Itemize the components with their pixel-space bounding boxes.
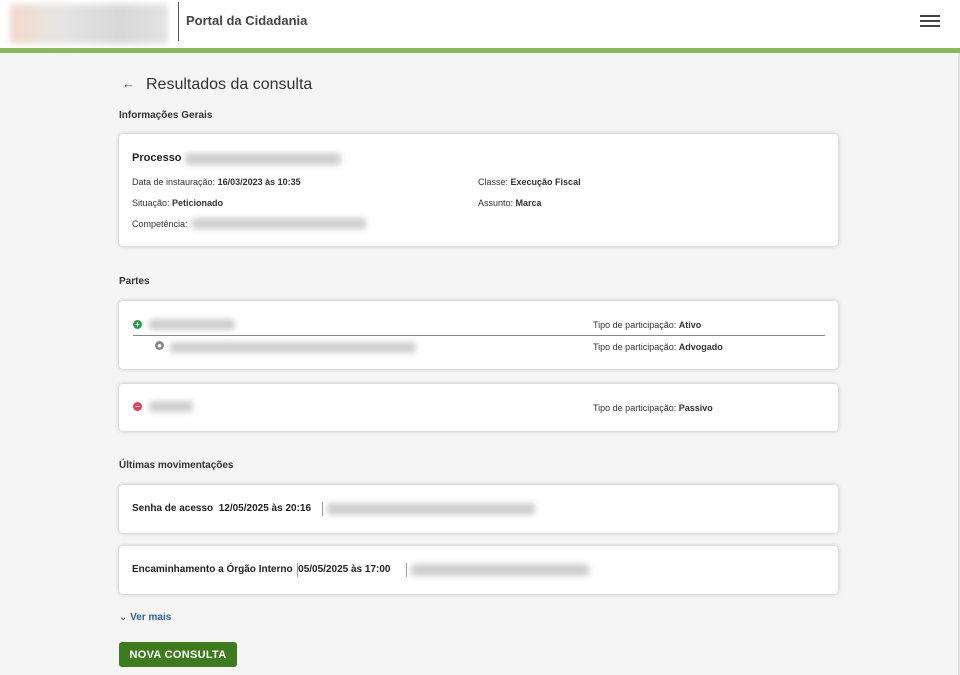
section-title-informacoes: Informações Gerais <box>119 110 213 121</box>
chevron-down-icon: ⌄ <box>119 612 128 623</box>
movimentacao-2-detail-redacted <box>411 564 589 576</box>
parte-ativo-name-redacted <box>149 319 235 330</box>
ver-mais-link[interactable]: ⌄ Ver mais <box>119 612 171 623</box>
minus-circle-icon[interactable]: − <box>133 402 142 411</box>
card-informacoes-gerais: Processo Data de instauração: 16/03/2023… <box>119 134 838 246</box>
competencia-value-redacted <box>192 218 366 229</box>
portal-logo[interactable] <box>10 4 168 44</box>
card-parte-passivo: − Tipo de participação: Passivo <box>119 384 838 431</box>
movimentacao-1-separator <box>322 502 323 516</box>
arrow-left-icon[interactable]: ← <box>122 76 135 91</box>
parte-passivo-name-redacted <box>149 401 193 412</box>
card-movimentacao-2[interactable]: Encaminhamento a Órgão Interno 05/05/202… <box>119 546 838 594</box>
movimentacao-2-separator-a <box>297 563 298 577</box>
section-title-movimentacoes: Últimas movimentações <box>119 460 234 471</box>
assunto: Assunto: Marca <box>478 198 542 208</box>
header-divider <box>178 2 179 41</box>
page-title: Resultados da consulta <box>146 76 313 93</box>
plus-circle-icon[interactable]: + <box>133 320 142 329</box>
portal-title: Portal da Cidadania <box>186 13 308 28</box>
data-instauracao: Data de instauração: 16/03/2023 às 10:35 <box>132 177 301 187</box>
processo-label: Processo <box>132 152 182 164</box>
advogado-name-redacted <box>170 342 416 353</box>
hamburger-menu-icon[interactable] <box>920 13 940 29</box>
situacao: Situação: Peticionado <box>132 198 224 208</box>
top-header: Portal da Cidadania <box>0 0 960 53</box>
nova-consulta-button[interactable]: NOVA CONSULTA <box>119 642 237 667</box>
movimentacao-1-detail-redacted <box>327 503 535 515</box>
ver-mais-label: Ver mais <box>130 612 172 623</box>
movimentacao-1-text: Senha de acesso 12/05/2025 às 20:16 <box>132 503 312 514</box>
competencia: Competência: <box>132 219 188 229</box>
user-circle-icon: ● <box>155 341 164 350</box>
processo-number-redacted <box>185 153 341 165</box>
tipo-participacao-passivo: Tipo de participação: Passivo <box>593 403 713 413</box>
classe: Classe: Execução Fiscal <box>478 177 581 187</box>
card-parte-ativo: + Tipo de participação: Ativo ● Tipo de … <box>119 301 838 369</box>
tipo-participacao-ativo: Tipo de participação: Ativo <box>593 320 702 330</box>
section-title-partes: Partes <box>119 276 150 287</box>
movimentacao-2-separator-b <box>406 563 407 577</box>
tipo-participacao-advogado: Tipo de participação: Advogado <box>593 342 723 352</box>
parte-divider <box>133 335 825 336</box>
movimentacao-2-text: Encaminhamento a Órgão Interno 05/05/202… <box>132 564 391 575</box>
card-movimentacao-1[interactable]: Senha de acesso 12/05/2025 às 20:16 <box>119 485 838 533</box>
